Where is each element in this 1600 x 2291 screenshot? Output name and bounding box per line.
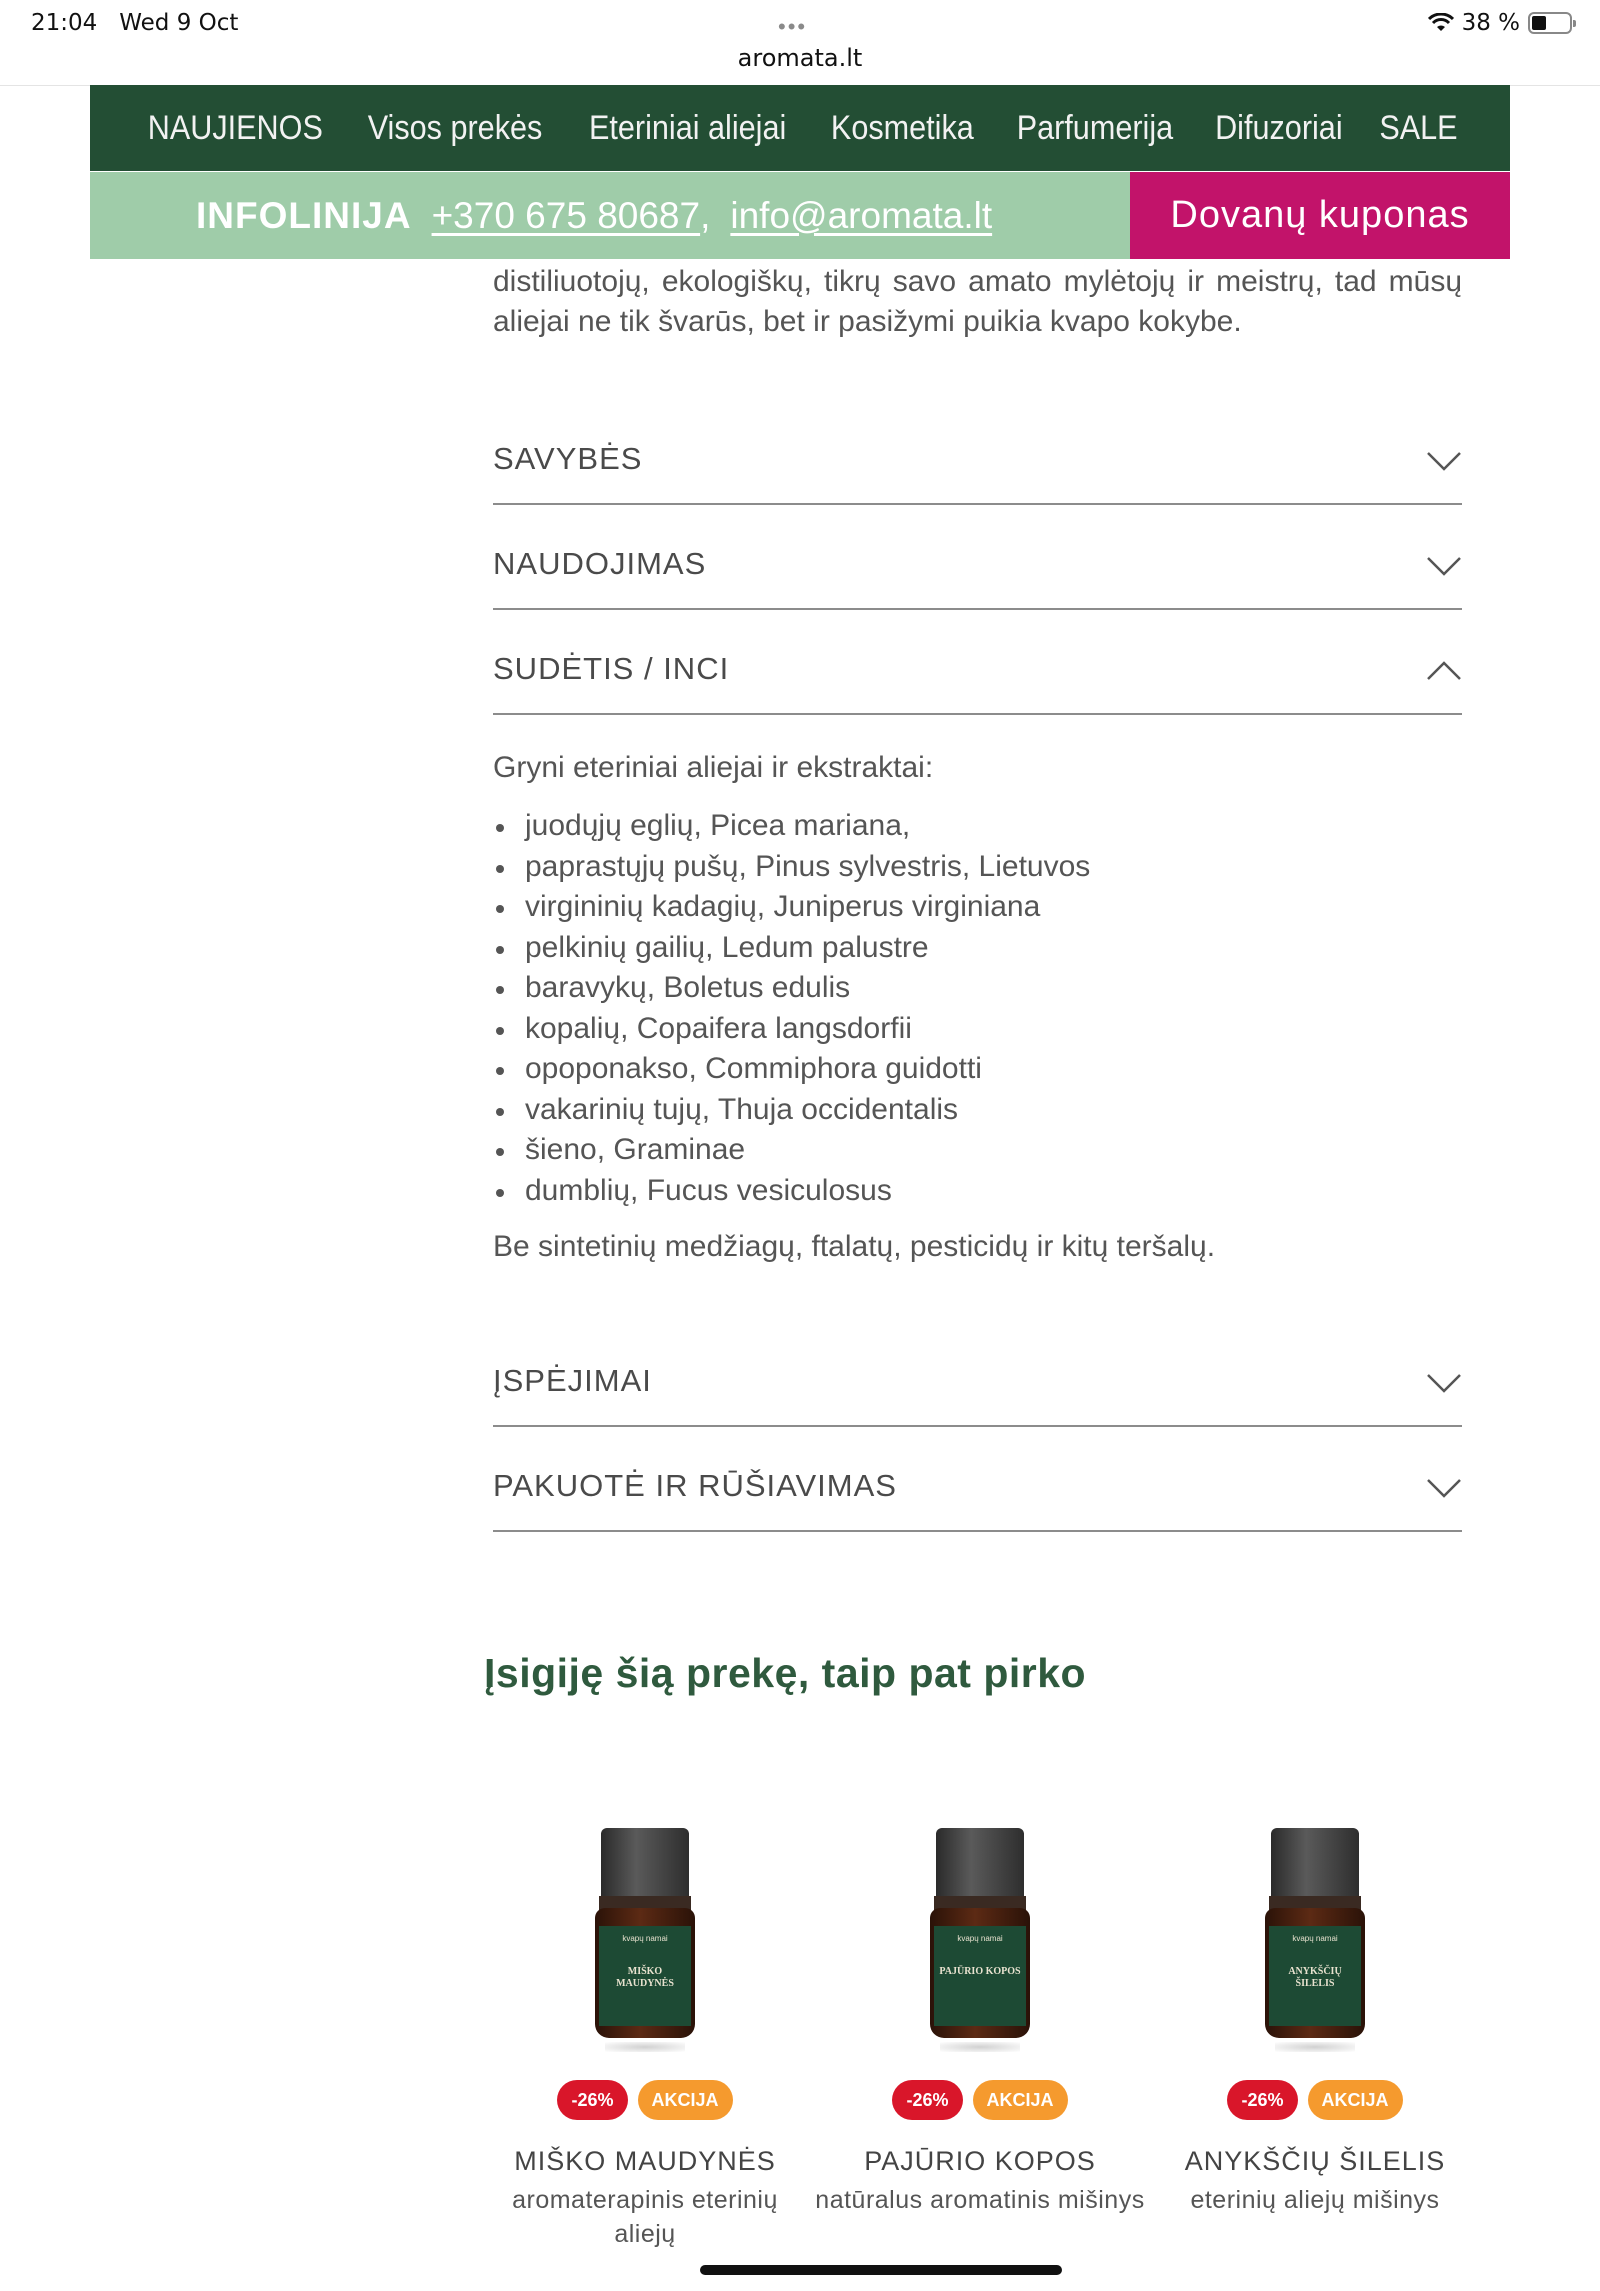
product-image[interactable]: kvapų namai ANYKŠČIŲ ŠILELIS xyxy=(1265,1810,1365,2060)
list-item: vakarinių tujų, Thuja occidentalis xyxy=(493,1090,1462,1131)
nav-item-difuzoriai[interactable]: Difuzoriai xyxy=(1215,109,1343,148)
product-description: eterinių aliejų mišinys xyxy=(1190,2186,1440,2214)
infolinija-label: INFOLINIJA xyxy=(196,194,412,236)
product-card[interactable]: kvapų namai ANYKŠČIŲ ŠILELIS -26% AKCIJA … xyxy=(1150,1810,1480,2217)
list-item: dumblių, Fucus vesiculosus xyxy=(493,1171,1462,1212)
email-link[interactable]: info@aromata.lt xyxy=(730,195,992,237)
list-item: opoponakso, Commiphora guidotti xyxy=(493,1049,1462,1090)
inci-list: juodųjų eglių, Picea mariana, paprastųjų… xyxy=(493,806,1462,1211)
list-item: baravykų, Boletus edulis xyxy=(493,968,1462,1009)
info-separator: , xyxy=(700,194,711,236)
chevron-down-icon xyxy=(1427,1479,1461,1498)
list-item: juodųjų eglių, Picea mariana, xyxy=(493,806,1462,847)
nav-item-naujienos[interactable]: NAUJIENOS xyxy=(148,109,323,148)
browser-menu-dots-icon[interactable]: ••• xyxy=(778,14,807,40)
accordion-title: SUDĖTIS / INCI xyxy=(493,651,730,686)
product-label-text: PAJŪRIO KOPOS xyxy=(939,1966,1021,1977)
nav-item-parfumerija[interactable]: Parfumerija xyxy=(1017,109,1173,148)
main-nav: NAUJIENOS Visos prekės Eteriniai aliejai… xyxy=(90,85,1510,171)
product-image[interactable]: kvapų namai PAJŪRIO KOPOS xyxy=(930,1810,1030,2060)
nav-item-kosmetika[interactable]: Kosmetika xyxy=(831,109,974,148)
list-item: šieno, Graminae xyxy=(493,1130,1462,1171)
address-bar-url[interactable]: aromata.lt xyxy=(0,44,1600,72)
product-name[interactable]: MIŠKO MAUDYNĖS xyxy=(480,2146,810,2177)
discount-badge: -26% xyxy=(557,2080,628,2120)
wifi-icon xyxy=(1427,13,1454,31)
product-card[interactable]: kvapų namai PAJŪRIO KOPOS -26% AKCIJA PAJ… xyxy=(815,1810,1145,2217)
accordion-pakuote[interactable]: PAKUOTĖ IR RŪŠIAVIMAS xyxy=(493,1434,1462,1532)
product-label-text: MIŠKO MAUDYNĖS xyxy=(616,1966,674,1989)
chevron-down-icon xyxy=(1427,1374,1461,1393)
accordion-title: NAUDOJIMAS xyxy=(493,546,707,581)
related-products-title: Įsigiję šią prekę, taip pat pirko xyxy=(484,1650,1087,1696)
product-card[interactable]: kvapų namai MIŠKO MAUDYNĖS -26% AKCIJA MI… xyxy=(480,1810,810,2251)
inci-lead: Gryni eteriniai aliejai ir ekstraktai: xyxy=(493,751,934,784)
phone-link[interactable]: +370 675 80687 xyxy=(432,195,701,236)
gift-coupon-button[interactable]: Dovanų kuponas xyxy=(1130,172,1510,259)
accordion-title: SAVYBĖS xyxy=(493,441,643,476)
info-bar: INFOLINIJA +370 675 80687, info@aromata.… xyxy=(90,172,1130,259)
product-name[interactable]: PAJŪRIO KOPOS xyxy=(815,2146,1145,2177)
sale-badge: AKCIJA xyxy=(972,2080,1068,2120)
accordion-ispejimai[interactable]: ĮSPĖJIMAI xyxy=(493,1329,1462,1427)
home-indicator[interactable] xyxy=(700,2265,1062,2275)
nav-item-visos-prekes[interactable]: Visos prekės xyxy=(368,109,543,148)
chevron-up-icon xyxy=(1427,661,1461,680)
battery-icon xyxy=(1528,12,1576,34)
related-products: kvapų namai MIŠKO MAUDYNĖS -26% AKCIJA MI… xyxy=(480,1810,1480,2291)
chevron-down-icon xyxy=(1427,557,1461,576)
inci-footnote: Be sintetinių medžiagų, ftalatų, pestici… xyxy=(493,1230,1216,1263)
accordion-savybes[interactable]: SAVYBĖS xyxy=(493,407,1462,505)
accordion-title: ĮSPĖJIMAI xyxy=(493,1363,652,1398)
discount-badge: -26% xyxy=(1227,2080,1298,2120)
browser-status-bar: 21:04 Wed 9 Oct ••• aromata.lt 38 % xyxy=(0,0,1600,86)
accordion-title: PAKUOTĖ IR RŪŠIAVIMAS xyxy=(493,1468,897,1503)
product-brand: kvapų namai xyxy=(957,1934,1003,1943)
sale-badge: AKCIJA xyxy=(637,2080,733,2120)
status-indicators: 38 % xyxy=(1427,10,1576,36)
list-item: kopalių, Copaifera langsdorfii xyxy=(493,1009,1462,1050)
product-description: aromaterapinis eterinių aliejų xyxy=(512,2186,778,2248)
description-text: distiliuotojų, ekologiškų, tikrų savo am… xyxy=(493,265,1462,338)
status-time: 21:04 Wed 9 Oct xyxy=(31,10,239,36)
sale-badge: AKCIJA xyxy=(1307,2080,1403,2120)
chevron-down-icon xyxy=(1427,452,1461,471)
battery-percent: 38 % xyxy=(1461,10,1520,36)
list-item: pelkinių gailių, Ledum palustre xyxy=(493,928,1462,969)
product-brand: kvapų namai xyxy=(1292,1934,1338,1943)
product-image[interactable]: kvapų namai MIŠKO MAUDYNĖS xyxy=(595,1810,695,2060)
product-brand: kvapų namai xyxy=(622,1934,668,1943)
list-item: virgininių kadagių, Juniperus virginiana xyxy=(493,887,1462,928)
product-label-text: ANYKŠČIŲ ŠILELIS xyxy=(1288,1966,1342,1989)
accordion-sudetis-inci[interactable]: SUDĖTIS / INCI xyxy=(493,617,1462,715)
product-description: natūralus aromatinis mišinys xyxy=(815,2186,1145,2214)
discount-badge: -26% xyxy=(892,2080,963,2120)
inci-panel: Gryni eteriniai aliejai ir ekstraktai: j… xyxy=(493,748,1462,1267)
product-name[interactable]: ANYKŠČIŲ ŠILELIS xyxy=(1150,2146,1480,2177)
nav-item-sale[interactable]: SALE xyxy=(1379,109,1457,148)
accordion-naudojimas[interactable]: NAUDOJIMAS xyxy=(493,512,1462,610)
list-item: paprastųjų pušų, Pinus sylvestris, Lietu… xyxy=(493,847,1462,888)
nav-item-eteriniai-aliejai[interactable]: Eteriniai aliejai xyxy=(589,109,786,148)
